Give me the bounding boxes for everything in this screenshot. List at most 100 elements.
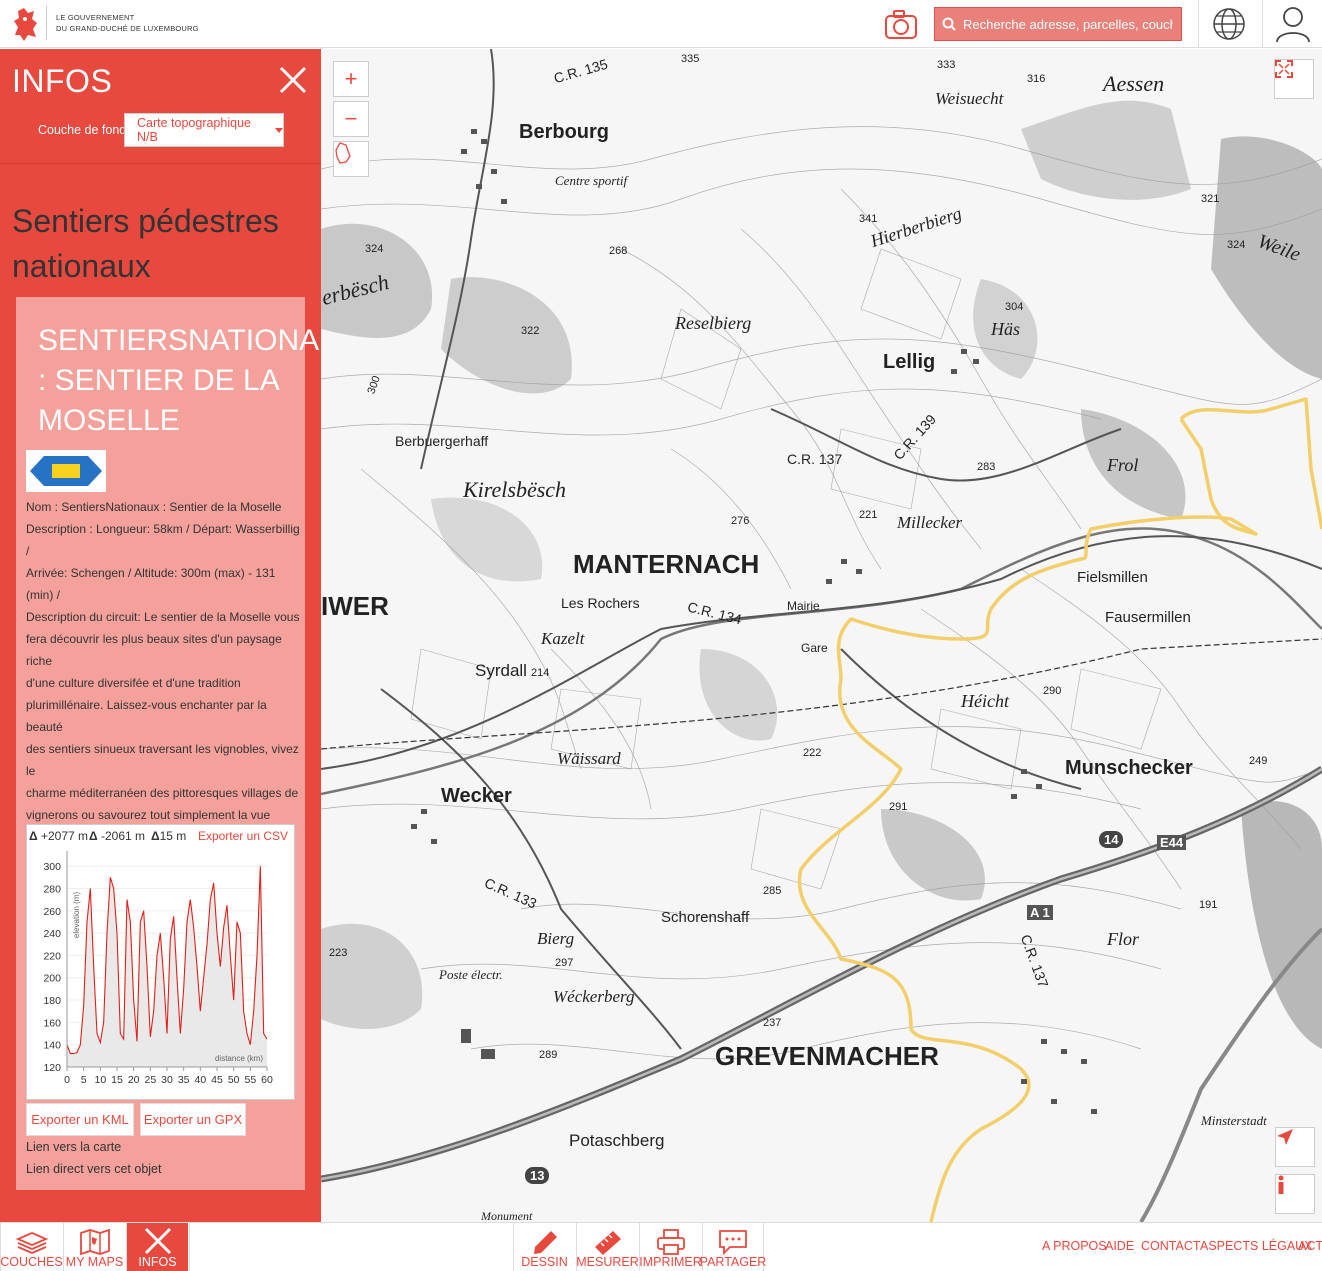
description-line: d'une culture diversifée et d'une tradit… bbox=[26, 676, 241, 690]
info-icon bbox=[1278, 1175, 1284, 1194]
y-tick-label: 300 bbox=[43, 861, 61, 873]
export-kml-button[interactable]: Exporter un KML bbox=[26, 1103, 134, 1136]
infos-button[interactable]: INFOS bbox=[126, 1223, 188, 1271]
map-icon bbox=[79, 1229, 110, 1255]
spot-height: 221 bbox=[859, 509, 878, 521]
map-label: Wéckerberg bbox=[553, 987, 635, 1006]
location-arrow-icon bbox=[1277, 1129, 1293, 1145]
search-input[interactable] bbox=[963, 16, 1173, 32]
spot-height: 333 bbox=[937, 59, 956, 71]
x-tick-label: 60 bbox=[261, 1074, 273, 1086]
mesurer-label: MESURER bbox=[576, 1255, 639, 1269]
luxembourg-outline-icon bbox=[335, 142, 351, 164]
y-tick-label: 140 bbox=[43, 1040, 61, 1052]
map-label: MANTERNACH bbox=[573, 549, 760, 579]
header-divider bbox=[1198, 0, 1199, 48]
mymaps-button[interactable]: MY MAPS bbox=[63, 1223, 125, 1271]
printer-icon bbox=[656, 1229, 685, 1255]
camera-icon[interactable] bbox=[882, 8, 920, 42]
description-line: fera découvrir les plus beaux sites d'un… bbox=[26, 632, 282, 668]
legal-link[interactable]: ASPECTS LÉGAUX bbox=[1200, 1239, 1313, 1253]
description-line: Arrivée: Schengen / Altitude: 300m (max)… bbox=[26, 566, 276, 602]
background-layer-select[interactable]: Carte topographique N/B bbox=[124, 113, 284, 147]
spot-height: 304 bbox=[1005, 301, 1024, 313]
spot-height: 222 bbox=[803, 747, 822, 759]
route-sign-icon bbox=[26, 450, 106, 492]
export-csv-link[interactable]: Exporter un CSV bbox=[198, 829, 288, 843]
mymaps-label: MY MAPS bbox=[65, 1255, 124, 1269]
ascent-stat: Δ +2077 m bbox=[29, 829, 89, 843]
delta-stat: Δ15 m bbox=[151, 829, 187, 843]
zoom-in-button[interactable]: + bbox=[333, 61, 369, 97]
x-tick-label: 40 bbox=[194, 1074, 206, 1086]
dessin-label: DESSIN bbox=[521, 1255, 568, 1269]
x-tick-label: 35 bbox=[178, 1074, 190, 1086]
spot-height: 321 bbox=[1201, 193, 1220, 205]
map-label: GREVENMACHER bbox=[715, 1041, 939, 1071]
search-box[interactable] bbox=[934, 7, 1182, 41]
ascent-value: +2077 m bbox=[40, 829, 89, 843]
zoom-out-button[interactable]: − bbox=[333, 101, 369, 137]
descent-stat: Δ -2061 m bbox=[89, 829, 145, 843]
spot-height: 289 bbox=[539, 1049, 558, 1061]
map-label: Mairie bbox=[787, 599, 820, 613]
map-link[interactable]: Lien vers la carte bbox=[26, 1140, 121, 1154]
spot-height: 322 bbox=[521, 325, 540, 337]
spot-height: 335 bbox=[681, 53, 700, 65]
spot-height: 276 bbox=[731, 515, 750, 527]
spot-height: 283 bbox=[977, 461, 996, 473]
contact-link[interactable]: CONTACT bbox=[1141, 1239, 1201, 1253]
map-label: Potaschberg bbox=[569, 1131, 665, 1150]
couches-button[interactable]: COUCHES bbox=[0, 1223, 63, 1271]
map-label: Weisuecht bbox=[935, 89, 1004, 108]
close-icon[interactable] bbox=[276, 63, 310, 97]
mesurer-button[interactable]: MESURER bbox=[576, 1223, 639, 1271]
government-name: LE GOUVERNEMENT DU GRAND-DUCHÉ DE LUXEMB… bbox=[56, 12, 199, 34]
x-axis-label: distance (km) bbox=[215, 1054, 263, 1063]
map-label: Bierg bbox=[537, 929, 575, 948]
user-icon[interactable] bbox=[1272, 4, 1314, 44]
y-tick-label: 120 bbox=[43, 1062, 61, 1074]
geolocation-button[interactable] bbox=[1275, 1127, 1315, 1167]
imprimer-button[interactable]: IMPRIMER bbox=[639, 1223, 702, 1271]
divider bbox=[189, 1223, 190, 1271]
road-label: 13 bbox=[525, 1167, 550, 1184]
elevation-profile: Δ +2077 m Δ -2061 m Δ15 m Exporter un CS… bbox=[26, 824, 295, 1100]
spot-height: 191 bbox=[1199, 899, 1218, 911]
map-label: IWER bbox=[321, 591, 389, 621]
map-label: Gare bbox=[801, 641, 828, 655]
partager-label: PARTAGER bbox=[699, 1255, 767, 1269]
dessin-button[interactable]: DESSIN bbox=[513, 1223, 575, 1271]
globe-icon[interactable] bbox=[1210, 6, 1248, 42]
y-axis-label: elevation (m) bbox=[72, 892, 81, 939]
object-link[interactable]: Lien direct vers cet objet bbox=[26, 1162, 162, 1176]
footer-toolbar: COUCHES MY MAPS INFOS DESSIN MESURER IMP… bbox=[0, 1222, 1322, 1271]
ruler-icon bbox=[594, 1231, 621, 1255]
partager-button[interactable]: PARTAGER bbox=[699, 1223, 767, 1271]
map-view[interactable]: Berbourg Aessen Weisuecht Lellig MANTERN… bbox=[321, 49, 1322, 1222]
map-label: Kirelsbësch bbox=[463, 477, 567, 502]
map-label: Fielsmillen bbox=[1077, 569, 1148, 586]
act-link[interactable]: ACT bbox=[1298, 1239, 1322, 1253]
map-label: Schorenshaff bbox=[661, 909, 750, 926]
fullscreen-button[interactable] bbox=[1274, 59, 1314, 99]
description-line: vignerons ou savourez tout simplement la… bbox=[26, 808, 271, 822]
export-gpx-button[interactable]: Exporter un GPX bbox=[140, 1103, 246, 1136]
header-divider bbox=[1262, 0, 1263, 48]
map-label: Lellig bbox=[883, 351, 936, 373]
feature-card: SENTIERSNATIONAUX : SENTIER DE LA MOSELL… bbox=[16, 297, 361, 1190]
help-link[interactable]: AIDE bbox=[1105, 1239, 1134, 1253]
divider bbox=[0, 163, 321, 164]
luxembourg-lion-logo[interactable] bbox=[10, 5, 44, 45]
close-icon bbox=[144, 1227, 171, 1255]
x-tick-label: 5 bbox=[81, 1074, 87, 1086]
zoom-to-country-button[interactable] bbox=[333, 141, 369, 177]
about-link[interactable]: A PROPOS bbox=[1042, 1239, 1107, 1253]
y-tick-label: 240 bbox=[43, 928, 61, 940]
y-tick-label: 260 bbox=[43, 906, 61, 918]
info-button[interactable] bbox=[1275, 1174, 1315, 1214]
info-sidebar: INFOS Couche de fond: Carte topographiqu… bbox=[0, 49, 361, 1222]
map-label: Centre sportif bbox=[555, 173, 628, 188]
road-label: 14 bbox=[1099, 831, 1124, 848]
y-tick-label: 160 bbox=[43, 1017, 61, 1029]
